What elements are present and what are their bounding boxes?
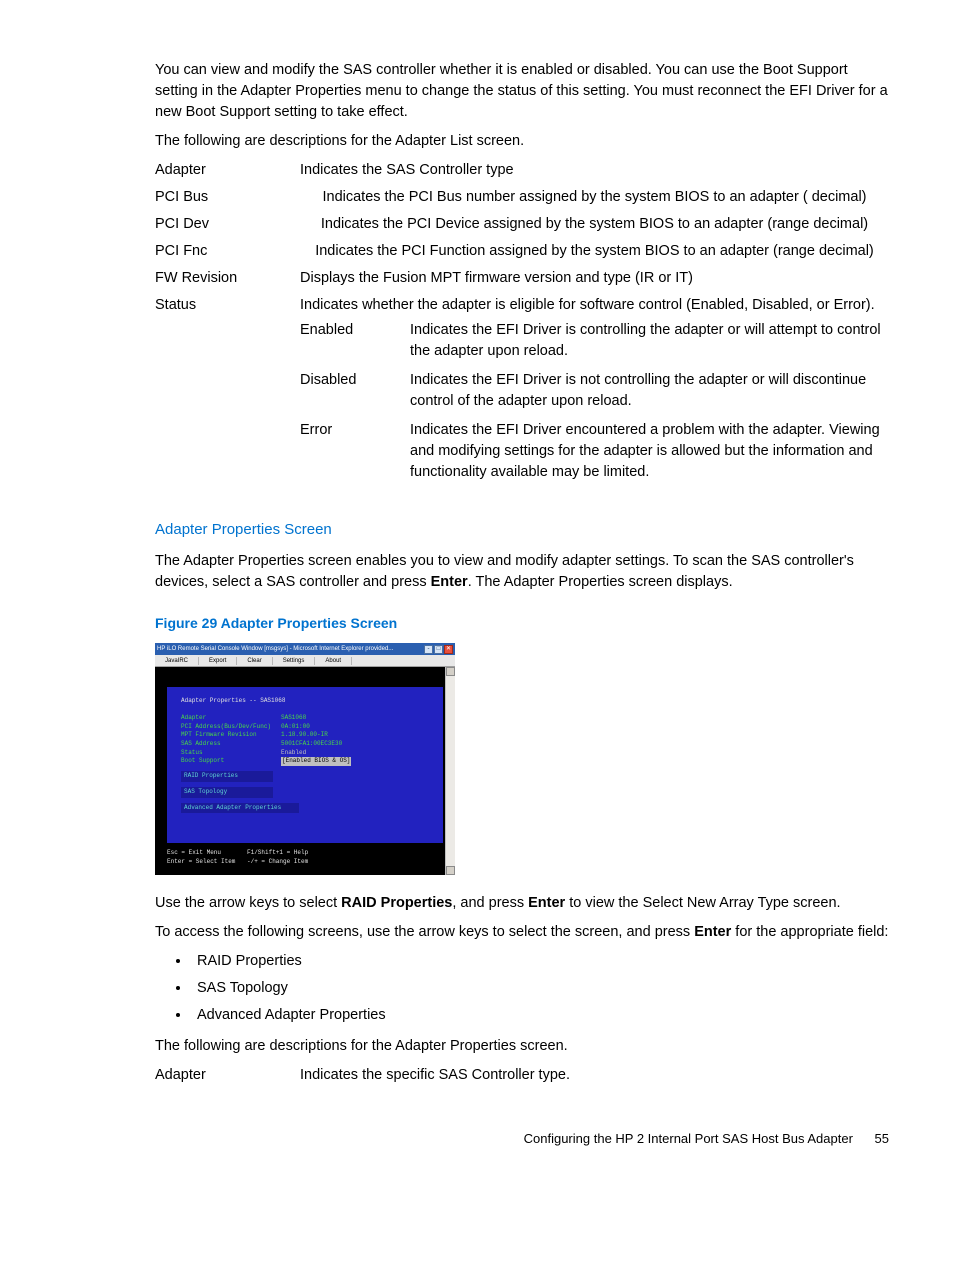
maximize-icon: □: [434, 645, 443, 654]
post-list-paragraph: The following are descriptions for the A…: [155, 1036, 889, 1057]
fig-toolbar: JavaIRC Export Clear Settings About: [155, 655, 455, 667]
fig-val: 5001CFA1:00EC3E30: [281, 740, 342, 749]
minimize-icon: ‐: [424, 645, 433, 654]
enter-key: Enter: [694, 924, 731, 940]
adapter-props-definitions: Adapter Indicates the specific SAS Contr…: [155, 1065, 889, 1090]
def-desc-pcibus: Indicates the PCI Bus number assigned by…: [300, 187, 889, 214]
fig-window-titlebar: HP iLO Remote Serial Console Window [msg…: [155, 643, 455, 655]
status-intro: Indicates whether the adapter is eligibl…: [300, 295, 889, 316]
heading-adapter-properties: Adapter Properties Screen: [155, 519, 889, 541]
fig-tab: Clear: [237, 657, 272, 666]
def2-desc-adapter: Indicates the specific SAS Controller ty…: [300, 1065, 889, 1090]
adapter-props-paragraph: The Adapter Properties screen enables yo…: [155, 551, 889, 593]
fig-menu-raid: RAID Properties: [181, 771, 273, 782]
fig-help-text: -/+ = Change Item: [247, 858, 308, 867]
fig-help-text: F1/Shift+1 = Help: [247, 849, 308, 858]
text-part: to view the Select New Array Type screen…: [565, 895, 840, 911]
intro-paragraph: You can view and modify the SAS controll…: [155, 60, 889, 123]
fig-val: Enabled: [281, 749, 306, 758]
fig-val: 0A:01:00: [281, 723, 310, 732]
def-term-adapter: Adapter: [155, 160, 300, 187]
fig-tab: About: [315, 657, 352, 666]
fig-bios-panel: Adapter Properties -- SAS1068 AdapterSAS…: [167, 687, 443, 843]
figure-screenshot: HP iLO Remote Serial Console Window [msg…: [155, 643, 455, 874]
def-desc-status: Indicates whether the adapter is eligibl…: [300, 295, 889, 493]
def-desc-adapter: Indicates the SAS Controller type: [300, 160, 889, 187]
fig-help-text: Esc = Exit Menu: [167, 849, 247, 858]
def2-term-adapter: Adapter: [155, 1065, 300, 1090]
fig-val: 1.18.90.00-IR: [281, 731, 328, 740]
fig-help-text: Enter = Select Item: [167, 858, 247, 867]
post-fig-paragraph-2: To access the following screens, use the…: [155, 922, 889, 943]
post-fig-paragraph-1: Use the arrow keys to select RAID Proper…: [155, 893, 889, 914]
figure-caption: Figure 29 Adapter Properties Screen: [155, 613, 889, 633]
fig-selected-val: [Enabled BIOS & OS]: [281, 757, 351, 766]
fig-key: MPT Firmware Revision: [181, 731, 281, 740]
def-term-pcidev: PCI Dev: [155, 214, 300, 241]
page-footer: Configuring the HP 2 Internal Port SAS H…: [155, 1130, 889, 1149]
screens-list: RAID Properties SAS Topology Advanced Ad…: [191, 951, 889, 1026]
def-desc-pcifnc: Indicates the PCI Function assigned by t…: [300, 241, 889, 268]
enter-key: Enter: [431, 574, 468, 590]
close-icon: ✕: [444, 645, 453, 654]
sub-desc-disabled: Indicates the EFI Driver is not controll…: [410, 366, 889, 416]
def-desc-fwrev: Displays the Fusion MPT firmware version…: [300, 268, 889, 295]
fig-key: Adapter: [181, 714, 281, 723]
fig-key: Status: [181, 749, 281, 758]
fig-menu-advanced: Advanced Adapter Properties: [181, 803, 299, 814]
enter-key: Enter: [528, 895, 565, 911]
footer-text: Configuring the HP 2 Internal Port SAS H…: [524, 1131, 853, 1146]
def-term-status: Status: [155, 295, 300, 493]
text-part: To access the following screens, use the…: [155, 924, 694, 940]
fig-menu-topology: SAS Topology: [181, 787, 273, 798]
list-item: SAS Topology: [191, 978, 889, 999]
sub-term-disabled: Disabled: [300, 366, 410, 416]
fig-panel-title: Adapter Properties -- SAS1068: [181, 697, 429, 706]
fig-val: SAS1068: [281, 714, 306, 723]
fig-key: SAS Address: [181, 740, 281, 749]
def-desc-pcidev: Indicates the PCI Device assigned by the…: [300, 214, 889, 241]
fig-help-line1: Esc = Exit Menu F1/Shift+1 = Help: [167, 849, 443, 858]
sub-term-error: Error: [300, 416, 410, 487]
fig-key: Boot Support: [181, 757, 281, 766]
text-part: Use the arrow keys to select: [155, 895, 341, 911]
fig-tab: Export: [199, 657, 237, 666]
raid-properties-bold: RAID Properties: [341, 895, 452, 911]
text-part: . The Adapter Properties screen displays…: [468, 574, 733, 590]
def-term-fwrev: FW Revision: [155, 268, 300, 295]
fig-help-line2: Enter = Select Item -/+ = Change Item: [167, 858, 443, 867]
page-number: 55: [875, 1131, 889, 1146]
fig-tab: Settings: [273, 657, 316, 666]
fig-window-title: HP iLO Remote Serial Console Window [msg…: [157, 645, 393, 654]
sub-desc-error: Indicates the EFI Driver encountered a p…: [410, 416, 889, 487]
list-item: Advanced Adapter Properties: [191, 1005, 889, 1026]
def-term-pcifnc: PCI Fnc: [155, 241, 300, 268]
text-part: for the appropriate field:: [731, 924, 888, 940]
def-term-pcibus: PCI Bus: [155, 187, 300, 214]
intro-paragraph-2: The following are descriptions for the A…: [155, 131, 889, 152]
fig-key: PCI Address(Bus/Dev/Func): [181, 723, 281, 732]
adapter-list-definitions: Adapter Indicates the SAS Controller typ…: [155, 160, 889, 493]
sub-desc-enabled: Indicates the EFI Driver is controlling …: [410, 316, 889, 366]
text-part: , and press: [452, 895, 528, 911]
sub-term-enabled: Enabled: [300, 316, 410, 366]
fig-tab: JavaIRC: [155, 657, 199, 666]
list-item: RAID Properties: [191, 951, 889, 972]
